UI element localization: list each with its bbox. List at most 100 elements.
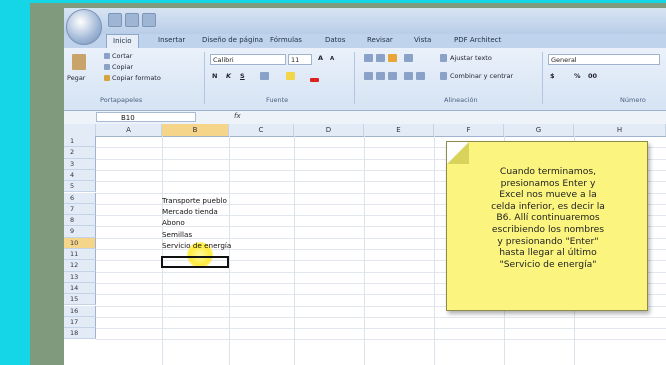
row-header-10[interactable]: 10 — [64, 237, 96, 249]
note-text: Cuando terminamos, presionamos Enter y E… — [491, 166, 605, 270]
row-header-13[interactable]: 13 — [64, 271, 96, 283]
align-middle-icon[interactable] — [376, 54, 385, 62]
format-painter-button[interactable]: Copiar formato — [112, 74, 161, 82]
row-header-14[interactable]: 14 — [64, 282, 96, 295]
number-format-box[interactable]: General — [548, 54, 660, 65]
cell-b7[interactable]: Abono — [162, 218, 185, 227]
paste-button[interactable]: Pegar — [67, 74, 85, 82]
cell-b5[interactable]: Transporte pueblo — [162, 196, 227, 205]
cell-b6[interactable]: Mercado tienda — [162, 207, 218, 216]
align-top-icon[interactable] — [364, 54, 373, 62]
align-left-icon[interactable] — [364, 72, 373, 80]
grid-column-line — [229, 136, 230, 365]
tab-pdf-architect[interactable]: PDF Architect — [454, 36, 501, 44]
row-header-8[interactable]: 8 — [64, 215, 96, 227]
tab-inicio[interactable]: Inicio — [106, 34, 139, 48]
alignment-group-label: Alineación — [444, 96, 478, 104]
tab-diseno-pagina[interactable]: Diseño de página — [202, 36, 263, 44]
merge-center-button[interactable]: Combinar y centrar — [450, 72, 513, 80]
row-header-3[interactable]: 3 — [64, 158, 96, 170]
tab-revisar[interactable]: Revisar — [367, 36, 393, 44]
active-cell-b10[interactable] — [161, 256, 229, 268]
grow-font-button[interactable]: A — [318, 54, 323, 62]
tab-datos[interactable]: Datos — [325, 36, 345, 44]
ribbon-tabs: Inicio Insertar Diseño de página Fórmula… — [64, 34, 666, 48]
formula-bar: B10 fx — [64, 111, 666, 125]
thousands-button[interactable]: 00 — [588, 72, 597, 80]
grid-row-line — [96, 316, 666, 318]
column-header-a[interactable]: A — [96, 124, 162, 136]
title-bar — [64, 8, 666, 34]
font-name-box[interactable]: Calibri — [210, 54, 286, 65]
increase-indent-icon[interactable] — [416, 72, 425, 80]
copy-button[interactable]: Copiar — [112, 63, 133, 71]
name-box[interactable]: B10 — [96, 112, 196, 122]
video-frame: Inicio Insertar Diseño de página Fórmula… — [0, 0, 666, 365]
row-header-11[interactable]: 11 — [64, 249, 96, 261]
cell-b9[interactable]: Servicio de energía — [162, 241, 231, 250]
merge-center-icon[interactable] — [440, 72, 447, 80]
decrease-indent-icon[interactable] — [404, 72, 413, 80]
wrap-text-button[interactable]: Ajustar texto — [450, 54, 492, 62]
row-header-16[interactable]: 16 — [64, 305, 96, 317]
office-button[interactable] — [66, 9, 102, 45]
row-header-2[interactable]: 2 — [64, 147, 96, 159]
cut-button[interactable]: Cortar — [112, 52, 132, 60]
clipboard-group-label: Portapapeles — [100, 96, 143, 104]
column-header-c[interactable]: C — [229, 124, 294, 136]
excel-window: Inicio Insertar Diseño de página Fórmula… — [64, 8, 666, 365]
font-group-label: Fuente — [266, 96, 289, 104]
tab-insertar[interactable]: Insertar — [158, 36, 185, 44]
cut-icon[interactable] — [104, 53, 110, 59]
tab-vista[interactable]: Vista — [414, 36, 431, 44]
row-header-9[interactable]: 9 — [64, 226, 96, 238]
wrap-text-icon[interactable] — [440, 54, 447, 62]
fill-color-icon[interactable] — [286, 72, 295, 80]
fx-icon[interactable]: fx — [234, 112, 241, 120]
column-header-d[interactable]: D — [294, 124, 364, 136]
ribbon-separator — [542, 52, 543, 104]
row-header-17[interactable]: 17 — [64, 316, 96, 329]
underline-button[interactable]: S — [240, 72, 245, 80]
currency-button[interactable]: $ — [550, 72, 555, 80]
note-folded-corner — [447, 142, 469, 164]
percent-button[interactable]: % — [574, 72, 581, 80]
grid-row-line — [96, 339, 666, 341]
column-headers: ABCDEFGH — [64, 124, 666, 137]
ribbon-separator — [204, 52, 205, 104]
column-header-b[interactable]: B — [162, 124, 229, 136]
borders-icon[interactable] — [260, 72, 269, 80]
row-header-18[interactable]: 18 — [64, 328, 96, 340]
bold-button[interactable]: N — [212, 72, 217, 80]
font-color-icon[interactable] — [310, 78, 319, 82]
column-header-e[interactable]: E — [364, 124, 434, 136]
column-header-h[interactable]: H — [574, 124, 666, 136]
column-header-g[interactable]: G — [504, 124, 574, 136]
cell-b8[interactable]: Semillas — [162, 230, 192, 239]
row-header-4[interactable]: 4 — [64, 169, 96, 182]
align-right-icon[interactable] — [388, 72, 397, 80]
grid-column-line — [434, 136, 435, 365]
save-icon[interactable] — [108, 13, 122, 27]
format-painter-icon[interactable] — [104, 75, 110, 81]
row-header-1[interactable]: 1 — [64, 136, 96, 148]
redo-icon[interactable] — [142, 13, 156, 27]
align-center-icon[interactable] — [376, 72, 385, 80]
italic-button[interactable]: K — [226, 72, 231, 80]
shrink-font-button[interactable]: A — [330, 56, 334, 62]
paste-icon[interactable] — [72, 54, 86, 70]
font-size-box[interactable]: 11 — [288, 54, 312, 65]
orientation-icon[interactable] — [404, 54, 413, 62]
row-header-5[interactable]: 5 — [64, 181, 96, 193]
copy-icon[interactable] — [104, 64, 110, 70]
undo-icon[interactable] — [125, 13, 139, 27]
row-header-6[interactable]: 6 — [64, 192, 96, 204]
tab-formulas[interactable]: Fórmulas — [270, 36, 302, 44]
row-header-15[interactable]: 15 — [64, 294, 96, 306]
align-bottom-icon[interactable] — [388, 54, 397, 62]
row-header-12[interactable]: 12 — [64, 260, 96, 272]
column-header-f[interactable]: F — [434, 124, 504, 136]
grid-row-line — [96, 328, 666, 330]
select-all-corner[interactable] — [64, 124, 96, 136]
row-header-7[interactable]: 7 — [64, 203, 96, 216]
